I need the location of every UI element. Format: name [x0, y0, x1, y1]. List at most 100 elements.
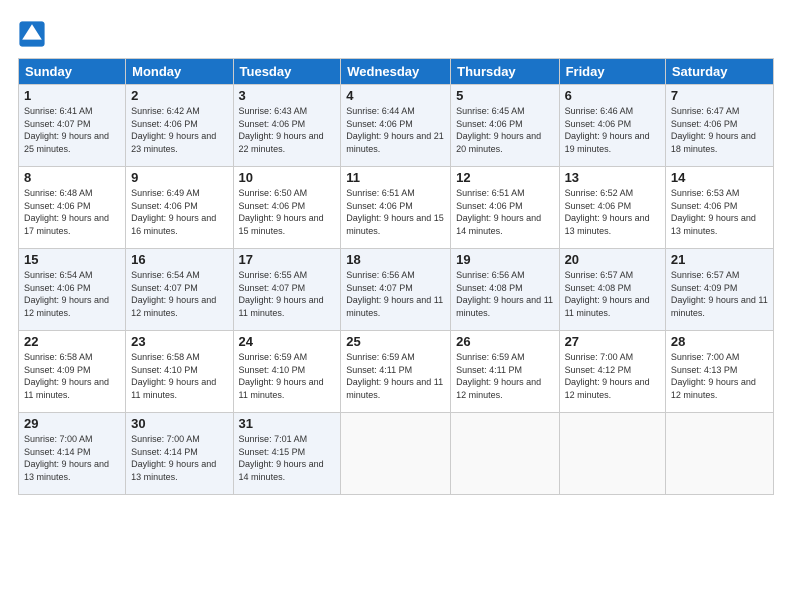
day-number: 23 [131, 334, 227, 349]
calendar-cell: 21 Sunrise: 6:57 AMSunset: 4:09 PMDaylig… [665, 249, 773, 331]
day-number: 13 [565, 170, 660, 185]
day-info: Sunrise: 6:51 AMSunset: 4:06 PMDaylight:… [456, 188, 541, 236]
day-number: 21 [671, 252, 768, 267]
day-number: 8 [24, 170, 120, 185]
calendar: SundayMondayTuesdayWednesdayThursdayFrid… [18, 58, 774, 495]
calendar-cell [451, 413, 559, 495]
calendar-cell: 8 Sunrise: 6:48 AMSunset: 4:06 PMDayligh… [19, 167, 126, 249]
day-number: 24 [239, 334, 336, 349]
day-info: Sunrise: 6:58 AMSunset: 4:10 PMDaylight:… [131, 352, 216, 400]
day-number: 7 [671, 88, 768, 103]
day-info: Sunrise: 7:00 AMSunset: 4:12 PMDaylight:… [565, 352, 650, 400]
calendar-cell: 16 Sunrise: 6:54 AMSunset: 4:07 PMDaylig… [126, 249, 233, 331]
calendar-cell: 11 Sunrise: 6:51 AMSunset: 4:06 PMDaylig… [341, 167, 451, 249]
day-number: 22 [24, 334, 120, 349]
day-info: Sunrise: 6:55 AMSunset: 4:07 PMDaylight:… [239, 270, 324, 318]
calendar-cell: 27 Sunrise: 7:00 AMSunset: 4:12 PMDaylig… [559, 331, 665, 413]
day-info: Sunrise: 7:00 AMSunset: 4:14 PMDaylight:… [24, 434, 109, 482]
page: SundayMondayTuesdayWednesdayThursdayFrid… [0, 0, 792, 505]
day-number: 4 [346, 88, 445, 103]
calendar-cell: 6 Sunrise: 6:46 AMSunset: 4:06 PMDayligh… [559, 85, 665, 167]
day-number: 25 [346, 334, 445, 349]
day-info: Sunrise: 6:56 AMSunset: 4:07 PMDaylight:… [346, 270, 443, 318]
calendar-cell: 3 Sunrise: 6:43 AMSunset: 4:06 PMDayligh… [233, 85, 341, 167]
day-number: 14 [671, 170, 768, 185]
day-number: 29 [24, 416, 120, 431]
day-info: Sunrise: 6:43 AMSunset: 4:06 PMDaylight:… [239, 106, 324, 154]
day-number: 5 [456, 88, 553, 103]
header [18, 16, 774, 48]
calendar-cell: 22 Sunrise: 6:58 AMSunset: 4:09 PMDaylig… [19, 331, 126, 413]
day-number: 19 [456, 252, 553, 267]
day-info: Sunrise: 6:48 AMSunset: 4:06 PMDaylight:… [24, 188, 109, 236]
day-number: 20 [565, 252, 660, 267]
day-number: 26 [456, 334, 553, 349]
calendar-cell: 31 Sunrise: 7:01 AMSunset: 4:15 PMDaylig… [233, 413, 341, 495]
calendar-cell: 7 Sunrise: 6:47 AMSunset: 4:06 PMDayligh… [665, 85, 773, 167]
day-info: Sunrise: 7:01 AMSunset: 4:15 PMDaylight:… [239, 434, 324, 482]
day-number: 3 [239, 88, 336, 103]
day-number: 1 [24, 88, 120, 103]
week-row-1: 1 Sunrise: 6:41 AMSunset: 4:07 PMDayligh… [19, 85, 774, 167]
day-number: 28 [671, 334, 768, 349]
day-info: Sunrise: 6:54 AMSunset: 4:06 PMDaylight:… [24, 270, 109, 318]
day-info: Sunrise: 6:59 AMSunset: 4:11 PMDaylight:… [456, 352, 541, 400]
day-header-tuesday: Tuesday [233, 59, 341, 85]
calendar-cell: 30 Sunrise: 7:00 AMSunset: 4:14 PMDaylig… [126, 413, 233, 495]
day-header-saturday: Saturday [665, 59, 773, 85]
calendar-cell: 20 Sunrise: 6:57 AMSunset: 4:08 PMDaylig… [559, 249, 665, 331]
day-info: Sunrise: 6:57 AMSunset: 4:09 PMDaylight:… [671, 270, 768, 318]
day-number: 16 [131, 252, 227, 267]
calendar-cell: 2 Sunrise: 6:42 AMSunset: 4:06 PMDayligh… [126, 85, 233, 167]
day-info: Sunrise: 6:51 AMSunset: 4:06 PMDaylight:… [346, 188, 444, 236]
day-number: 15 [24, 252, 120, 267]
logo [18, 20, 48, 48]
week-row-4: 22 Sunrise: 6:58 AMSunset: 4:09 PMDaylig… [19, 331, 774, 413]
calendar-cell: 18 Sunrise: 6:56 AMSunset: 4:07 PMDaylig… [341, 249, 451, 331]
day-info: Sunrise: 6:49 AMSunset: 4:06 PMDaylight:… [131, 188, 216, 236]
calendar-cell: 1 Sunrise: 6:41 AMSunset: 4:07 PMDayligh… [19, 85, 126, 167]
day-info: Sunrise: 6:54 AMSunset: 4:07 PMDaylight:… [131, 270, 216, 318]
day-header-friday: Friday [559, 59, 665, 85]
calendar-cell [665, 413, 773, 495]
calendar-cell: 25 Sunrise: 6:59 AMSunset: 4:11 PMDaylig… [341, 331, 451, 413]
day-info: Sunrise: 6:59 AMSunset: 4:10 PMDaylight:… [239, 352, 324, 400]
day-info: Sunrise: 6:45 AMSunset: 4:06 PMDaylight:… [456, 106, 541, 154]
day-header-wednesday: Wednesday [341, 59, 451, 85]
day-info: Sunrise: 6:56 AMSunset: 4:08 PMDaylight:… [456, 270, 553, 318]
calendar-cell: 15 Sunrise: 6:54 AMSunset: 4:06 PMDaylig… [19, 249, 126, 331]
day-number: 18 [346, 252, 445, 267]
calendar-cell: 26 Sunrise: 6:59 AMSunset: 4:11 PMDaylig… [451, 331, 559, 413]
day-info: Sunrise: 6:57 AMSunset: 4:08 PMDaylight:… [565, 270, 650, 318]
day-number: 17 [239, 252, 336, 267]
day-number: 9 [131, 170, 227, 185]
calendar-cell: 4 Sunrise: 6:44 AMSunset: 4:06 PMDayligh… [341, 85, 451, 167]
day-info: Sunrise: 6:58 AMSunset: 4:09 PMDaylight:… [24, 352, 109, 400]
calendar-cell: 19 Sunrise: 6:56 AMSunset: 4:08 PMDaylig… [451, 249, 559, 331]
day-info: Sunrise: 6:46 AMSunset: 4:06 PMDaylight:… [565, 106, 650, 154]
day-number: 27 [565, 334, 660, 349]
day-number: 10 [239, 170, 336, 185]
week-row-2: 8 Sunrise: 6:48 AMSunset: 4:06 PMDayligh… [19, 167, 774, 249]
day-info: Sunrise: 6:53 AMSunset: 4:06 PMDaylight:… [671, 188, 756, 236]
day-info: Sunrise: 6:50 AMSunset: 4:06 PMDaylight:… [239, 188, 324, 236]
day-number: 30 [131, 416, 227, 431]
calendar-cell: 10 Sunrise: 6:50 AMSunset: 4:06 PMDaylig… [233, 167, 341, 249]
logo-icon [18, 20, 46, 48]
day-number: 6 [565, 88, 660, 103]
day-header-monday: Monday [126, 59, 233, 85]
day-info: Sunrise: 6:47 AMSunset: 4:06 PMDaylight:… [671, 106, 756, 154]
calendar-cell: 24 Sunrise: 6:59 AMSunset: 4:10 PMDaylig… [233, 331, 341, 413]
calendar-cell: 23 Sunrise: 6:58 AMSunset: 4:10 PMDaylig… [126, 331, 233, 413]
calendar-cell: 28 Sunrise: 7:00 AMSunset: 4:13 PMDaylig… [665, 331, 773, 413]
day-number: 2 [131, 88, 227, 103]
calendar-cell: 29 Sunrise: 7:00 AMSunset: 4:14 PMDaylig… [19, 413, 126, 495]
day-number: 31 [239, 416, 336, 431]
day-info: Sunrise: 6:42 AMSunset: 4:06 PMDaylight:… [131, 106, 216, 154]
day-info: Sunrise: 6:44 AMSunset: 4:06 PMDaylight:… [346, 106, 444, 154]
day-number: 11 [346, 170, 445, 185]
day-header-thursday: Thursday [451, 59, 559, 85]
calendar-cell [559, 413, 665, 495]
calendar-cell: 9 Sunrise: 6:49 AMSunset: 4:06 PMDayligh… [126, 167, 233, 249]
calendar-cell [341, 413, 451, 495]
